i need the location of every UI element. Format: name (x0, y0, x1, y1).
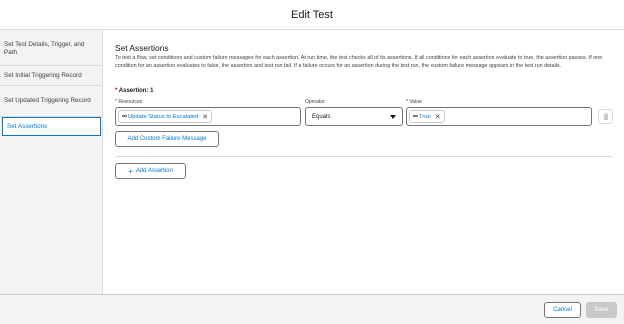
resources-label: * Resources (115, 99, 142, 105)
infinity-icon: ∞ (122, 113, 127, 120)
section-heading: Set Assertions (115, 43, 169, 53)
operator-label: Operator (305, 99, 325, 105)
step-sidebar: Set Test Details, Trigger, and Path Set … (0, 30, 103, 294)
delete-assertion-button[interactable] (598, 109, 613, 124)
modal-footer: Cancel Save (0, 294, 624, 324)
add-assertion-button[interactable]: + Add Assertion (115, 163, 186, 179)
cancel-label: Cancel (553, 307, 572, 313)
step-initial-record[interactable]: Set Initial Triggering Record (0, 66, 102, 86)
operator-label-text: Operator (305, 99, 325, 105)
operator-value: Equals (312, 113, 331, 120)
infinity-icon: ∞ (413, 113, 418, 120)
resource-pill[interactable]: ∞ Update Status to Escalated ✕ (118, 110, 213, 123)
required-mark: * (115, 88, 118, 94)
required-mark: * (115, 99, 117, 105)
step-label: Set Test Details, Trigger, and Path (4, 40, 85, 56)
step-set-assertions[interactable]: Set Assertions (2, 117, 101, 136)
chevron-down-icon (390, 114, 396, 119)
resources-field[interactable]: ∞ Update Status to Escalated ✕ (115, 107, 301, 126)
plus-icon: + (128, 166, 133, 176)
section-description: To test a flow, set conditions and custo… (115, 55, 603, 69)
operator-select[interactable]: Equals (305, 107, 403, 126)
step-updated-record[interactable]: Set Updated Triggering Record (0, 86, 102, 117)
save-label: Save (594, 307, 609, 313)
resources-label-text: Resources (118, 99, 143, 105)
step-label: Set Updated Triggering Record (4, 97, 91, 105)
value-label-text: Value (409, 99, 422, 105)
value-label: * Value (406, 99, 422, 105)
step-test-details[interactable]: Set Test Details, Trigger, and Path (0, 30, 102, 66)
modal-header: Edit Test (0, 0, 624, 30)
close-icon[interactable]: ✕ (202, 113, 208, 121)
divider (115, 156, 613, 157)
trash-icon (603, 113, 608, 120)
cancel-button[interactable]: Cancel (544, 302, 581, 318)
step-label: Set Assertions (7, 122, 48, 130)
resource-pill-label: Update Status to Escalated (128, 113, 199, 120)
value-field[interactable]: ∞ True ✕ (406, 107, 592, 126)
value-pill-label: True (419, 113, 431, 120)
add-failure-message-button[interactable]: Add Custom Failure Message (115, 131, 219, 147)
assertion-title: * Assertion: 1 (115, 88, 153, 94)
add-failure-message-label: Add Custom Failure Message (127, 136, 207, 142)
value-pill[interactable]: ∞ True ✕ (409, 110, 445, 123)
close-icon[interactable]: ✕ (435, 113, 441, 121)
required-mark: * (406, 99, 408, 105)
save-button[interactable]: Save (586, 302, 617, 318)
step-label: Set Initial Triggering Record (4, 71, 82, 79)
modal-title: Edit Test (291, 8, 333, 21)
assertion-title-text: Assertion: 1 (118, 88, 154, 94)
add-assertion-label: Add Assertion (135, 168, 173, 174)
main-content: Set Assertions To test a flow, set condi… (103, 30, 624, 294)
